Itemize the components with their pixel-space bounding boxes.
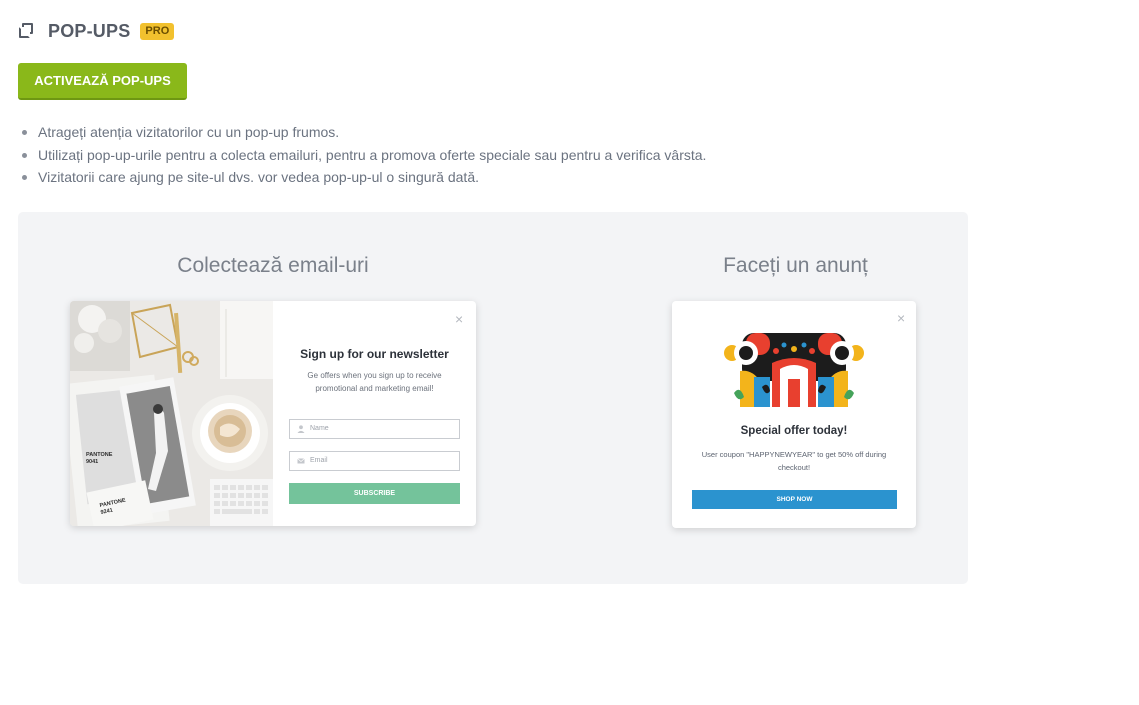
close-icon[interactable]: × (897, 311, 905, 325)
name-field[interactable]: Name (289, 419, 460, 439)
pro-badge: PRO (140, 22, 175, 40)
newsletter-popup-preview: PANTONE 9041 PANTONE 9241 × Sign up for … (70, 301, 476, 526)
collect-emails-title: Colectează email-uri (177, 254, 369, 277)
desk-photo: PANTONE 9041 PANTONE 9241 (70, 301, 273, 526)
folk-art-illustration (724, 333, 864, 407)
subscribe-button[interactable]: SUBSCRIBE (289, 483, 460, 504)
offer-heading: Special offer today! (740, 425, 848, 437)
email-field[interactable]: Email (289, 451, 460, 471)
list-item: Vizitatorii care ajung pe site-ul dvs. v… (20, 166, 706, 189)
page-header: POP-UPS PRO (18, 18, 175, 44)
user-icon (297, 425, 305, 433)
close-icon[interactable]: × (455, 312, 463, 326)
offer-popup-preview: × Special offer today! User coupon "HAPP… (672, 301, 916, 528)
page-title: POP-UPS (48, 20, 131, 41)
list-item: Atrageți atenția vizitatorilor cu un pop… (20, 121, 706, 144)
newsletter-form: × Sign up for our newsletter Ge offers w… (273, 301, 476, 526)
newsletter-heading: Sign up for our newsletter (300, 347, 449, 361)
pantone-label: PANTONE (86, 452, 113, 458)
pantone-code: 9041 (86, 459, 98, 465)
announcement-title: Faceți un anunț (723, 254, 868, 277)
envelope-icon (297, 458, 305, 464)
offer-description: User coupon "HAPPYNEWYEAR" to get 50% of… (701, 450, 887, 472)
copy-icon (18, 22, 36, 40)
list-item: Utilizați pop-up-urile pentru a colecta … (20, 144, 706, 167)
email-placeholder: Email (310, 457, 328, 464)
shop-now-button[interactable]: SHOP NOW (692, 490, 897, 509)
examples-panel: Colectează email-uri Faceți un anunț PAN… (18, 212, 968, 584)
newsletter-description: Ge offers when you sign up to receive pr… (307, 371, 442, 393)
activate-popups-button[interactable]: ACTIVEAZĂ POP-UPS (18, 63, 187, 100)
feature-list: Atrageți atenția vizitatorilor cu un pop… (20, 121, 706, 189)
name-placeholder: Name (310, 425, 329, 432)
